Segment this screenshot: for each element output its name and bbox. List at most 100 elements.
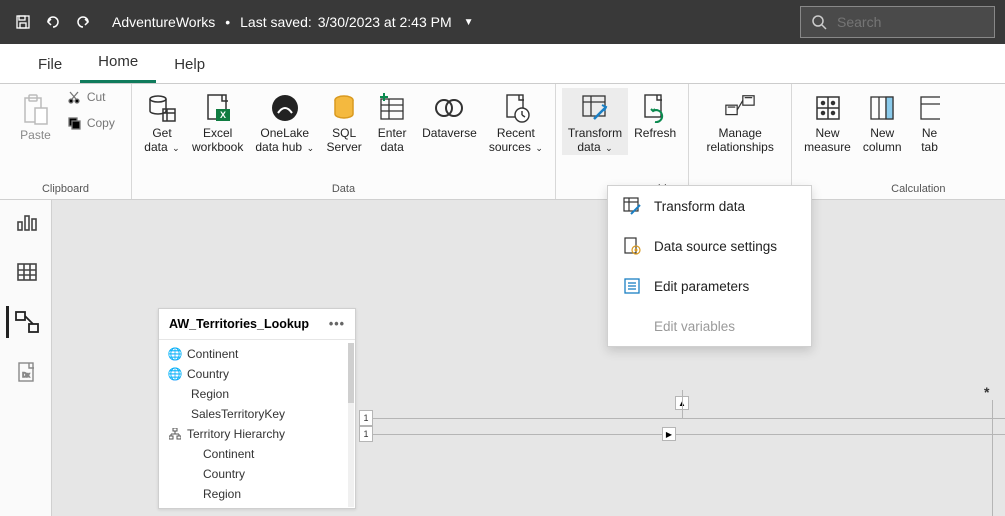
transform-data-button[interactable]: Transform data ⌄: [562, 88, 628, 155]
clipboard-icon: [21, 94, 49, 126]
refresh-button[interactable]: Refresh: [628, 88, 682, 140]
field-region[interactable]: Region: [159, 384, 355, 404]
measure-label: New measure: [804, 126, 851, 154]
paste-button[interactable]: Paste: [12, 88, 59, 142]
chevron-down-icon: ⌄: [533, 143, 543, 153]
report-view-button[interactable]: [6, 206, 46, 238]
field-label: Country: [203, 467, 245, 481]
field-h-continent[interactable]: Continent: [159, 444, 355, 464]
field-h-region[interactable]: Region: [159, 484, 355, 504]
excel-workbook-button[interactable]: X Excel workbook: [186, 88, 249, 154]
copy-button[interactable]: Copy: [63, 114, 119, 132]
sql-server-button[interactable]: SQL Server: [320, 88, 368, 154]
search-icon: [811, 14, 827, 30]
redo-icon[interactable]: [70, 9, 96, 35]
data-group-label: Data: [138, 181, 549, 199]
excel-icon: X: [202, 92, 234, 124]
enter-data-label: Enter data: [378, 126, 407, 154]
dropdown-params-label: Edit parameters: [654, 279, 749, 294]
table-card-header: AW_Territories_Lookup •••: [159, 309, 355, 340]
dropdown-data-source-settings[interactable]: Data source settings: [608, 226, 811, 266]
new-column-button[interactable]: New column: [857, 88, 908, 154]
new-measure-button[interactable]: New measure: [798, 88, 857, 154]
cardinality-one: 1: [359, 410, 373, 426]
chevron-down-icon[interactable]: ▼: [464, 17, 474, 28]
search-box[interactable]: [800, 6, 995, 38]
manage-rel-label: Manage relationships: [706, 126, 773, 154]
excel-label: Excel workbook: [192, 126, 243, 154]
enter-data-icon: [376, 92, 408, 124]
group-queries: Transform data ⌄ Refresh hips: [556, 84, 689, 199]
more-options-icon[interactable]: •••: [329, 317, 345, 331]
tab-help[interactable]: Help: [156, 48, 223, 83]
field-label: Region: [191, 387, 229, 401]
transform-data-dropdown: Transform data Data source settings Edit…: [607, 185, 812, 347]
field-country[interactable]: 🌐 Country: [159, 364, 355, 384]
table-icon: [914, 92, 946, 124]
field-label: Territory Hierarchy: [187, 427, 285, 441]
tab-file[interactable]: File: [20, 48, 80, 83]
hierarchy-icon: [169, 428, 181, 440]
enter-data-button[interactable]: Enter data: [368, 88, 416, 154]
field-label: SalesTerritoryKey: [191, 407, 285, 421]
globe-icon: 🌐: [169, 368, 181, 380]
filter-direction-right-icon: ▶: [662, 427, 676, 441]
onelake-icon: [269, 92, 301, 124]
field-hierarchy[interactable]: Territory Hierarchy: [159, 424, 355, 444]
group-data: Get data ⌄ X Excel workbook OneLake data…: [132, 84, 556, 199]
dataverse-button[interactable]: Dataverse: [416, 88, 483, 140]
dropdown-edit-parameters[interactable]: Edit parameters: [608, 266, 811, 306]
new-table-button[interactable]: Ne tab: [908, 88, 946, 154]
tab-home[interactable]: Home: [80, 45, 156, 83]
scrollbar[interactable]: [348, 343, 354, 507]
params-icon: [622, 276, 642, 296]
save-icon[interactable]: [10, 9, 36, 35]
dax-icon: Dx: [16, 361, 38, 383]
relationship-line: [373, 434, 1005, 435]
filename-text: AdventureWorks: [112, 14, 215, 30]
database-icon: [146, 92, 178, 124]
manage-relationships-button[interactable]: Manage relationships: [695, 88, 785, 154]
saved-prefix: Last saved:: [240, 14, 312, 30]
dax-view-button[interactable]: Dx: [6, 356, 46, 388]
onelake-button[interactable]: OneLake data hub ⌄: [249, 88, 320, 155]
undo-icon[interactable]: [40, 9, 66, 35]
field-h-country[interactable]: Country: [159, 464, 355, 484]
field-label: Country: [187, 367, 229, 381]
recent-sources-button[interactable]: Recent sources ⌄: [483, 88, 549, 155]
relationship-line: [992, 400, 993, 516]
scrollbar-thumb[interactable]: [348, 343, 354, 403]
svg-text:Dx: Dx: [22, 373, 29, 379]
table-card-territories[interactable]: AW_Territories_Lookup ••• 🌐 Continent 🌐 …: [158, 308, 356, 509]
model-view-button[interactable]: [6, 306, 46, 338]
column-icon: [866, 92, 898, 124]
chevron-down-icon: ⌄: [603, 143, 613, 153]
title-bar: AdventureWorks • Last saved: 3/30/2023 a…: [0, 0, 1005, 44]
chevron-down-icon: ⌄: [170, 143, 180, 153]
cut-button[interactable]: Cut: [63, 88, 119, 106]
dataverse-label: Dataverse: [422, 126, 477, 140]
group-relationships: Manage relationships: [689, 84, 792, 199]
refresh-label: Refresh: [634, 126, 676, 140]
sql-icon: [328, 92, 360, 124]
get-data-button[interactable]: Get data ⌄: [138, 88, 186, 155]
relationship-line: [682, 390, 683, 418]
paste-label: Paste: [20, 128, 51, 142]
cardinality-one: 1: [359, 426, 373, 442]
data-view-button[interactable]: [6, 256, 46, 288]
dataverse-icon: [433, 92, 465, 124]
recent-label: Recent sources: [489, 126, 535, 154]
calc-group-label: Calculation: [798, 181, 945, 199]
blank-icon: [622, 316, 642, 336]
search-input[interactable]: [835, 13, 975, 31]
field-label: Region: [203, 487, 241, 501]
saved-time: 3/30/2023 at 2:43 PM: [318, 14, 452, 30]
field-salesterritorykey[interactable]: SalesTerritoryKey: [159, 404, 355, 424]
file-title[interactable]: AdventureWorks • Last saved: 3/30/2023 a…: [112, 14, 474, 30]
field-label: Continent: [203, 447, 254, 461]
chart-icon: [16, 212, 38, 232]
field-continent[interactable]: 🌐 Continent: [159, 344, 355, 364]
dropdown-vars-label: Edit variables: [654, 319, 735, 334]
dropdown-transform-data[interactable]: Transform data: [608, 186, 811, 226]
model-icon: [15, 311, 39, 333]
